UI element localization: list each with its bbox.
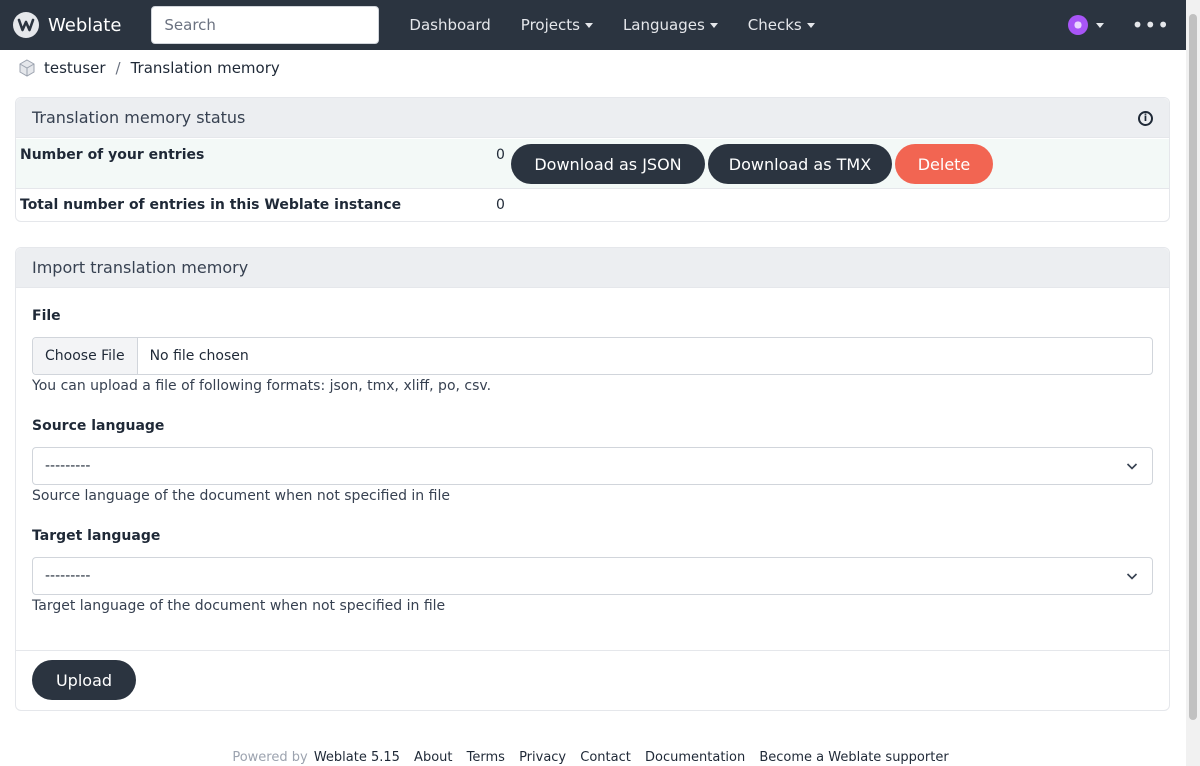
chevron-down-icon [1126,573,1138,580]
caret-down-icon [806,22,815,28]
source-language-help: Source language of the document when not… [32,488,450,504]
scrollbar-thumb[interactable] [1189,14,1197,720]
download-tmx-button[interactable]: Download as TMX [708,144,892,184]
page-scrollbar[interactable] [1186,0,1200,766]
more-menu-icon[interactable]: ••• [1132,13,1170,37]
breadcrumb: testuser / Translation memory [18,56,280,80]
table-row: Number of your entries 0 Download as JSO… [16,139,1169,189]
footer-privacy-link[interactable]: Privacy [519,750,566,765]
status-panel-title: Translation memory status [32,108,246,127]
your-entries-label: Number of your entries [20,147,205,163]
delete-button[interactable]: Delete [895,144,993,184]
nav-checks-dropdown[interactable]: Checks [733,16,830,34]
user-avatar-icon [19,59,35,77]
total-entries-count: 0 [496,197,505,213]
status-panel-heading: Translation memory status i [16,98,1169,138]
file-status-text: No file chosen [149,348,249,364]
nav-right: ••• [1067,0,1170,50]
footer-about-link[interactable]: About [414,750,452,765]
avatar [1067,15,1088,35]
source-language-label: Source language [32,418,165,434]
download-json-button[interactable]: Download as JSON [511,144,705,184]
weblate-logo-icon [13,12,39,38]
footer-contact-link[interactable]: Contact [580,750,631,765]
caret-down-icon [584,22,593,28]
main-nav: Dashboard Projects Languages Checks [394,16,829,34]
file-help-text: You can upload a file of following forma… [32,378,492,394]
target-language-select[interactable]: --------- [32,557,1153,595]
top-navbar: Weblate Dashboard Projects Languages Che… [0,0,1186,50]
source-language-select[interactable]: --------- [32,447,1153,485]
breadcrumb-current-page: Translation memory [130,59,280,77]
brand-name: Weblate [48,14,122,36]
footer-supporter-link[interactable]: Become a Weblate supporter [759,750,948,765]
your-entries-count: 0 [496,147,505,163]
import-panel: Import translation memory File Choose Fi… [15,247,1170,711]
nav-dashboard[interactable]: Dashboard [394,16,505,34]
source-language-value: --------- [45,458,91,474]
page-footer: Powered by Weblate 5.15 About Terms Priv… [0,750,1186,765]
caret-down-icon [709,22,718,28]
import-panel-title: Import translation memory [32,258,249,277]
user-menu-button[interactable] [1067,15,1104,35]
status-panel: Translation memory status i Number of yo… [15,97,1170,222]
file-label: File [32,308,61,324]
footer-version-link[interactable]: Weblate 5.15 [314,750,400,765]
target-language-label: Target language [32,528,161,544]
caret-down-icon [1095,22,1104,28]
panel-footer-divider [16,650,1169,651]
nav-checks-label: Checks [747,16,802,34]
brand-link[interactable]: Weblate [12,11,121,39]
file-input[interactable]: Choose File No file chosen [32,337,1153,375]
target-language-value: --------- [45,568,91,584]
footer-terms-link[interactable]: Terms [467,750,505,765]
upload-button[interactable]: Upload [32,660,136,700]
chevron-down-icon [1126,463,1138,470]
nav-languages-label: Languages [622,16,705,34]
import-panel-heading: Import translation memory [16,248,1169,288]
nav-projects-dropdown[interactable]: Projects [506,16,608,34]
info-icon[interactable]: i [1138,111,1153,126]
nav-languages-dropdown[interactable]: Languages [608,16,733,34]
breadcrumb-user-link[interactable]: testuser [44,59,106,77]
nav-projects-label: Projects [520,16,580,34]
nav-dashboard-label: Dashboard [409,16,491,34]
total-entries-label: Total number of entries in this Weblate … [20,197,402,213]
footer-documentation-link[interactable]: Documentation [645,750,745,765]
table-row: Total number of entries in this Weblate … [16,189,1169,222]
target-language-help: Target language of the document when not… [32,598,446,614]
search-input[interactable] [151,6,380,44]
breadcrumb-separator: / [115,59,121,77]
powered-by-text: Powered by [232,750,308,765]
choose-file-button[interactable]: Choose File [33,338,138,374]
